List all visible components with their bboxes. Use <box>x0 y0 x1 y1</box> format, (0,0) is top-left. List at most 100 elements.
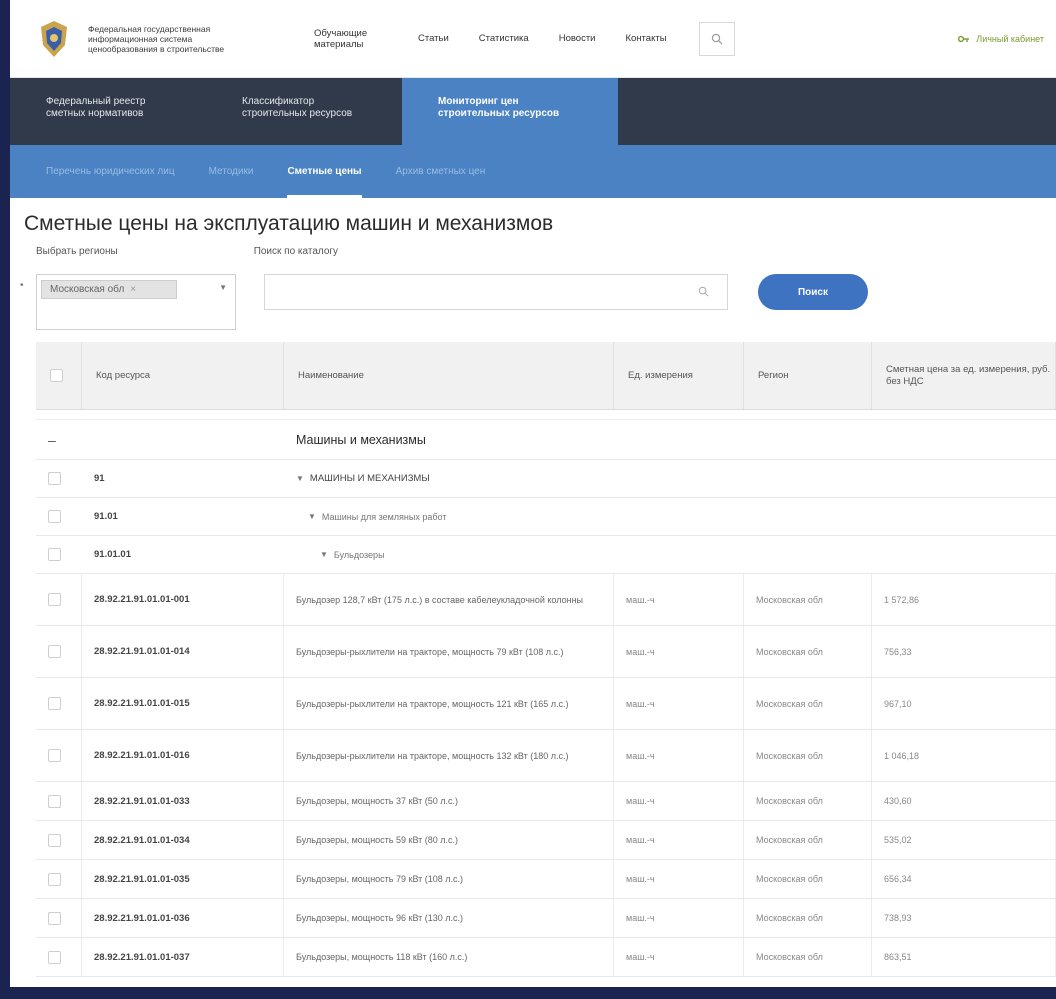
nav-contacts[interactable]: Контакты <box>625 33 666 44</box>
caret-down-icon[interactable]: ▼ <box>320 550 328 559</box>
table-row[interactable]: 28.92.21.91.01.01-033 Бульдозеры, мощнос… <box>36 782 1056 821</box>
nav-news[interactable]: Новости <box>559 33 596 44</box>
search-icon <box>698 286 709 297</box>
unit-cell: маш.-ч <box>614 678 744 729</box>
unit-cell: маш.-ч <box>614 574 744 625</box>
key-icon <box>958 35 970 42</box>
row-checkbox[interactable] <box>48 593 61 606</box>
tree-row[interactable]: 91 ▼ МАШИНЫ И МЕХАНИЗМЫ <box>36 460 1056 498</box>
row-name-cell: ▼ МАШИНЫ И МЕХАНИЗМЫ <box>284 460 1044 497</box>
table-row[interactable]: 28.92.21.91.01.01-034 Бульдозеры, мощнос… <box>36 821 1056 860</box>
row-checkbox[interactable] <box>48 697 61 710</box>
tab-federal-registry[interactable]: Федеральный реестр сметных нормативов <box>10 78 206 145</box>
tree-code: 91.01.01 <box>94 549 131 560</box>
nav-statistics[interactable]: Статистика <box>479 33 529 44</box>
tab-price-monitoring[interactable]: Мониторинг цен строительных ресурсов <box>402 78 618 145</box>
table-row[interactable]: 28.92.21.91.01.01-035 Бульдозеры, мощнос… <box>36 860 1056 899</box>
tab-resource-classifier[interactable]: Классификатор строительных ресурсов <box>206 78 402 145</box>
catalog-search-input[interactable] <box>265 275 685 309</box>
row-select-cell <box>36 460 82 497</box>
region-cell: Московская обл <box>744 730 872 781</box>
resource-code: 28.92.21.91.01.01-033 <box>94 795 190 807</box>
prices-table: Код ресурса Наименование Ед. измерения Р… <box>36 342 1056 977</box>
row-select-cell <box>36 574 82 625</box>
table-row[interactable]: 28.92.21.91.01.01-014 Бульдозеры-рыхлите… <box>36 626 1056 678</box>
search-button[interactable]: Поиск <box>758 274 868 310</box>
code-cell: 28.92.21.91.01.01-035 <box>82 860 284 898</box>
header-cell-price[interactable]: Сметная цена за ед. измерения, руб. без … <box>872 342 1056 409</box>
unit-cell: маш.-ч <box>614 821 744 859</box>
cabinet-label: Личный кабинет <box>976 33 1044 44</box>
row-checkbox[interactable] <box>48 872 61 886</box>
row-name-cell: ▼ Машины для земляных работ <box>284 498 1044 535</box>
unit-cell: маш.-ч <box>614 626 744 677</box>
header-cell-region[interactable]: Регион <box>744 342 872 409</box>
unit-cell: маш.-ч <box>614 782 744 820</box>
search-icon <box>711 33 722 44</box>
emblem-logo[interactable] <box>32 17 76 61</box>
region-chip[interactable]: Московская обл × <box>41 280 178 299</box>
catalog-label: Поиск по каталогу <box>253 246 339 257</box>
header-cell-unit[interactable]: Ед. измерения <box>614 342 744 409</box>
region-cell: Московская обл <box>744 938 872 976</box>
chip-remove-icon[interactable]: × <box>130 284 136 295</box>
code-cell: 28.92.21.91.01.01-036 <box>82 899 284 937</box>
subtab-methods[interactable]: Методики <box>209 145 254 198</box>
chevron-down-icon[interactable]: ▼ <box>219 283 227 292</box>
subtab-legal-entities[interactable]: Перечень юридических лиц <box>46 145 175 198</box>
table-row[interactable]: 28.92.21.91.01.01-016 Бульдозеры-рыхлите… <box>36 730 1056 782</box>
row-checkbox[interactable] <box>48 645 61 658</box>
resource-code: 28.92.21.91.01.01-015 <box>94 698 190 709</box>
caret-down-icon[interactable]: ▼ <box>296 474 304 483</box>
org-name-line: ценообразования в строительстве <box>88 43 225 54</box>
unit-cell: маш.-ч <box>614 860 744 898</box>
name-cell: Бульдозеры, мощность 118 кВт (160 л.с.) <box>284 938 614 976</box>
row-select-cell <box>36 899 82 937</box>
nav-articles[interactable]: Статьи <box>418 33 449 44</box>
price-cell: 656,34 <box>872 860 1056 898</box>
select-all-checkbox[interactable] <box>50 369 63 382</box>
page-frame: Федеральная государственная информационн… <box>10 0 1056 987</box>
resource-code: 28.92.21.91.01.01-014 <box>94 646 190 657</box>
caret-down-icon[interactable]: ▼ <box>308 512 316 521</box>
table-row[interactable]: 28.92.21.91.01.01-037 Бульдозеры, мощнос… <box>36 938 1056 977</box>
row-checkbox[interactable] <box>48 548 61 561</box>
row-checkbox[interactable] <box>48 794 61 808</box>
personal-cabinet-link[interactable]: Личный кабинет <box>958 34 1044 44</box>
row-checkbox[interactable] <box>48 950 61 964</box>
row-checkbox[interactable] <box>48 510 61 523</box>
code-cell: 28.92.21.91.01.01-001 <box>82 574 284 625</box>
code-cell: 28.92.21.91.01.01-034 <box>82 821 284 859</box>
row-code-cell: 91.01.01 <box>82 536 284 573</box>
tree-row[interactable]: 91.01 ▼ Машины для земляных работ <box>36 498 1056 536</box>
row-checkbox[interactable] <box>48 472 61 485</box>
code-cell: 28.92.21.91.01.01-037 <box>82 938 284 976</box>
subtab-estimate-prices[interactable]: Сметные цены <box>287 145 362 198</box>
regions-label: Выбрать регионы <box>36 246 118 257</box>
row-checkbox[interactable] <box>48 833 61 847</box>
catalog-search-field[interactable] <box>264 274 728 310</box>
region-cell: Московская обл <box>744 574 872 625</box>
header-cell-name[interactable]: Наименование <box>284 342 614 409</box>
row-checkbox[interactable] <box>48 911 61 925</box>
nav-training-materials[interactable]: Обучающие материалы <box>314 28 382 50</box>
row-select-cell <box>36 938 82 976</box>
table-row[interactable]: 28.92.21.91.01.01-015 Бульдозеры-рыхлите… <box>36 678 1056 730</box>
tree-row[interactable]: 91.01.01 ▼ Бульдозеры <box>36 536 1056 574</box>
name-cell: Бульдозеры, мощность 79 кВт (108 л.с.) <box>284 860 614 898</box>
header-search-button[interactable] <box>698 21 735 56</box>
name-cell: Бульдозеры, мощность 96 кВт (130 л.с.) <box>284 899 614 937</box>
region-select[interactable]: Московская обл × ▼ <box>36 274 236 330</box>
unit-cell: маш.-ч <box>614 730 744 781</box>
subtab-price-archive[interactable]: Архив сметных цен <box>396 145 486 198</box>
table-row[interactable]: 28.92.21.91.01.01-001 Бульдозер 128,7 кВ… <box>36 574 1056 626</box>
table-row[interactable]: 28.92.21.91.01.01-036 Бульдозеры, мощнос… <box>36 899 1056 938</box>
collapse-toggle[interactable]: – <box>36 420 82 459</box>
header-cell-code[interactable]: Код ресурса <box>82 342 284 409</box>
top-nav: Обучающие материалы Статьи Статистика Но… <box>314 21 735 56</box>
row-checkbox[interactable] <box>48 749 61 762</box>
price-cell: 535,02 <box>872 821 1056 859</box>
name-cell: Бульдозеры-рыхлители на тракторе, мощнос… <box>284 626 614 677</box>
row-select-cell <box>36 678 82 729</box>
name-cell: Бульдозеры-рыхлители на тракторе, мощнос… <box>284 730 614 781</box>
